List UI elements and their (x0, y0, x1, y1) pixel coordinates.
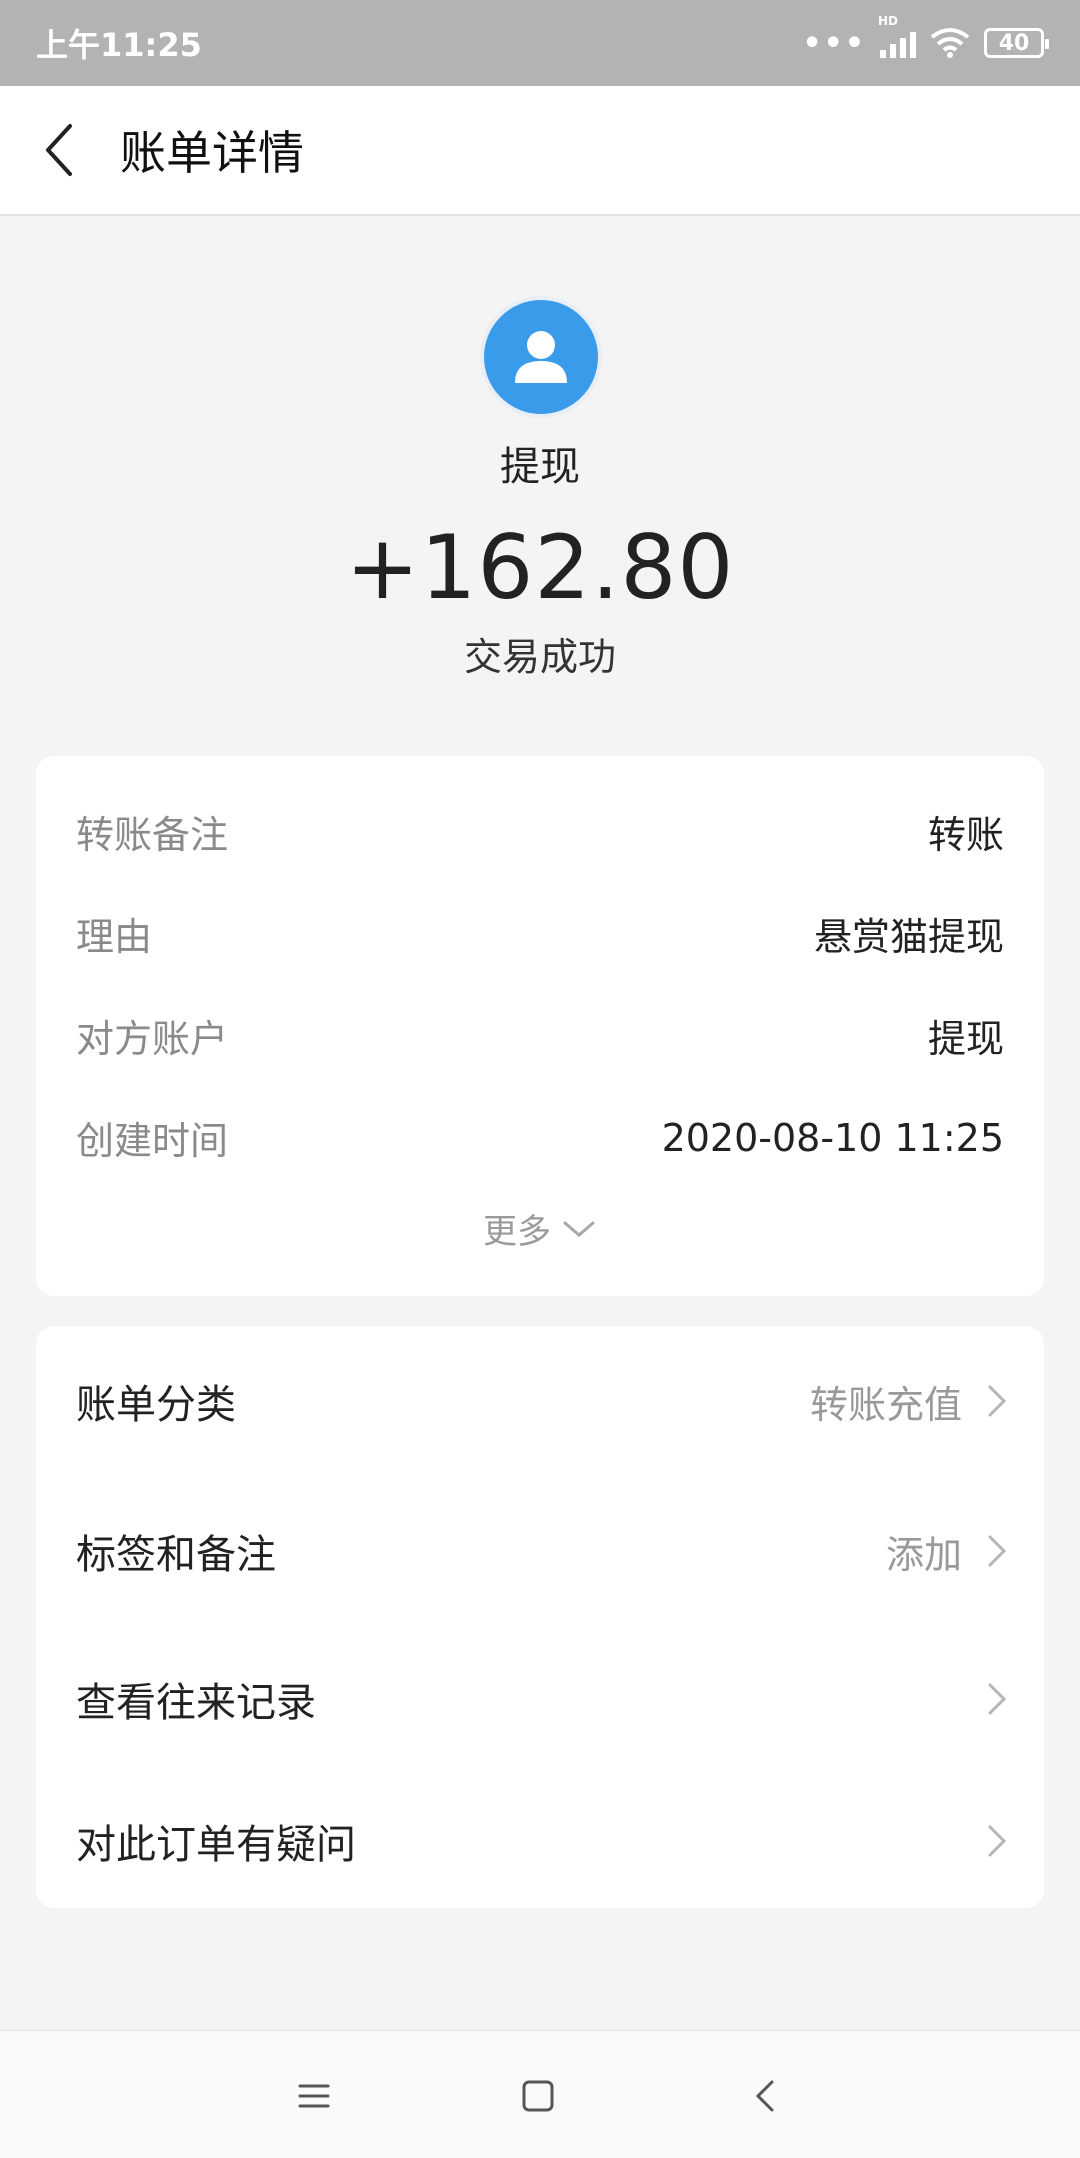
action-card: 账单分类 转账充值 标签和备注 添加 查看往来记录 对此订单有疑问 (36, 1326, 1044, 1908)
system-back-button[interactable] (736, 2071, 796, 2121)
chevron-right-icon (988, 1683, 1007, 1715)
status-bar: 上午11:25 ••• HD 40 (0, 0, 1080, 86)
chevron-right-icon (988, 1385, 1007, 1417)
detail-row-reason: 理由 悬赏猫提现 (76, 906, 1004, 961)
transaction-summary: 提现 +162.80 交易成功 (0, 216, 1080, 756)
home-icon (522, 2080, 554, 2112)
app-header: 账单详情 (0, 86, 1080, 216)
transaction-amount: +162.80 (345, 516, 735, 619)
chevron-down-icon (563, 1221, 595, 1237)
action-label: 账单分类 (76, 1382, 236, 1428)
signal-icon: HD (878, 14, 916, 58)
back-icon (755, 2080, 774, 2112)
network-type: HD (878, 14, 899, 28)
page-title: 账单详情 (120, 126, 304, 180)
detail-row-note: 转账备注 转账 (76, 804, 1004, 859)
status-dots: ••• (802, 25, 866, 61)
order-question-row[interactable]: 对此订单有疑问 (76, 1806, 1008, 1876)
avatar-icon (515, 331, 567, 383)
action-label: 查看往来记录 (76, 1680, 316, 1726)
detail-row-account: 对方账户 提现 (76, 1008, 1004, 1063)
tag-note-row[interactable]: 标签和备注 添加 (76, 1516, 1008, 1586)
detail-value: 提现 (927, 1017, 1004, 1061)
menu-icon (298, 2084, 330, 2108)
battery-icon: 40 (984, 28, 1049, 58)
detail-value: 2020-08-10 11:25 (661, 1115, 1004, 1160)
detail-label: 转账备注 (76, 813, 229, 857)
menu-button[interactable] (284, 2071, 344, 2121)
more-button[interactable]: 更多 (36, 1204, 1044, 1253)
action-label: 标签和备注 (76, 1532, 276, 1578)
system-nav-bar (0, 2030, 1080, 2158)
detail-value: 转账 (927, 813, 1004, 857)
payee-name: 提现 (500, 444, 580, 490)
action-value: 转账充值 (809, 1382, 962, 1427)
detail-label: 对方账户 (76, 1017, 229, 1061)
back-button[interactable] (0, 85, 120, 215)
chevron-right-icon (988, 1535, 1007, 1567)
detail-label: 创建时间 (76, 1119, 229, 1163)
avatar (480, 296, 602, 418)
chevron-left-icon (46, 124, 72, 176)
more-label: 更多 (483, 1212, 551, 1252)
home-button[interactable] (508, 2071, 568, 2121)
transaction-status: 交易成功 (463, 635, 616, 679)
detail-card: 转账备注 转账 理由 悬赏猫提现 对方账户 提现 创建时间 2020-08-10… (36, 756, 1044, 1296)
status-icons: ••• HD 40 (802, 14, 1049, 61)
wifi-icon (930, 28, 970, 58)
detail-row-created: 创建时间 2020-08-10 11:25 (76, 1110, 1004, 1165)
action-label: 对此订单有疑问 (76, 1822, 356, 1868)
detail-value: 悬赏猫提现 (813, 915, 1004, 959)
status-time: 上午11:25 (36, 26, 202, 64)
chevron-right-icon (988, 1825, 1007, 1857)
battery-level: 40 (998, 30, 1030, 56)
action-value: 添加 (885, 1532, 962, 1577)
bill-category-row[interactable]: 账单分类 转账充值 (76, 1366, 1008, 1436)
detail-label: 理由 (76, 915, 153, 959)
history-row[interactable]: 查看往来记录 (76, 1664, 1008, 1734)
